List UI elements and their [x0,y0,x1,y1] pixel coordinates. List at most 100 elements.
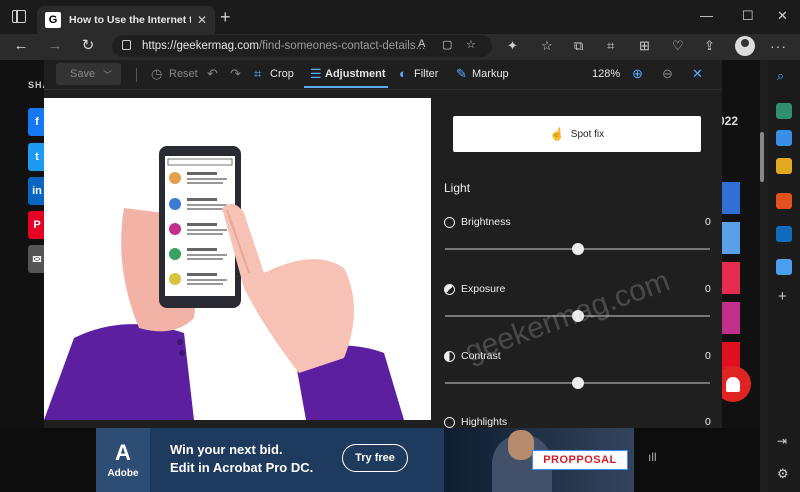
highlights-text: Highlights [461,416,508,428]
settings-gear-icon[interactable]: ⚙ [777,466,789,482]
close-window-button[interactable]: ✕ [777,8,788,24]
shopping-icon[interactable] [776,103,792,119]
minimize-button[interactable]: — [700,8,713,23]
tools-icon[interactable] [776,130,792,146]
app-available-icon[interactable]: ▢ [442,38,452,51]
search-icon[interactable]: ⌕ [777,68,784,84]
close-tab-icon[interactable]: ✕ [197,13,207,27]
redo-icon[interactable]: ↷ [230,66,241,82]
zoom-level: 128% [592,68,621,80]
save-button[interactable]: Save ﹀ [56,63,121,85]
reset-button[interactable]: Reset [169,68,198,80]
try-free-button[interactable]: Try free [342,444,408,472]
spot-fix-button[interactable]: ☝ Spot fix [453,116,701,152]
edge-sidebar: ⌕ + ⇥ ⚙ [768,60,800,492]
spot-fix-label: Spot fix [570,128,605,140]
zoom-out-icon[interactable]: ⊖ [662,66,673,82]
undo-icon[interactable]: ↶ [207,66,218,82]
contrast-value: 0 [705,350,711,362]
hand-pointer-icon: ☝ [549,127,565,141]
sun-icon [444,216,455,228]
games-icon[interactable] [776,158,792,174]
url-path: /find-someones-contact-details... [258,40,426,52]
highlights-value: 0 [705,416,711,428]
adjustment-panel: ☝ Spot fix Light Brightness 0 Exposure 0 … [432,90,722,428]
exposure-text: Exposure [461,283,506,295]
markup-pen-icon: ✎ [456,66,467,81]
close-editor-icon[interactable]: ✕ [692,66,703,82]
adobe-logo-icon: A [115,439,131,465]
share-icon[interactable]: ⇪ [704,39,715,53]
add-sidebar-app-icon[interactable]: + [778,288,787,305]
new-tab-button[interactable]: + [220,8,231,26]
adjustment-icon: ☰ [310,66,322,81]
browser-window: G How to Use the Internet to Find ✕ + — … [0,0,800,492]
tab-actions-icon[interactable] [12,10,26,23]
crop-icon: ⌗ [254,66,262,81]
exposure-label: Exposure [444,283,505,295]
crop-tab[interactable]: Crop [270,68,294,80]
bell-icon [726,376,740,392]
ad-info-icon[interactable]: ıll [648,450,657,464]
collections-icon[interactable]: ⧉ [574,39,583,53]
image-canvas[interactable] [44,98,431,420]
read-aloud-icon[interactable]: A [418,38,425,50]
adobe-brand: Adobe [107,467,139,479]
more-menu-icon[interactable]: ··· [770,38,787,54]
site-favicon: G [45,12,61,28]
exposure-value: 0 [705,283,711,295]
maximize-button[interactable]: ☐ [742,8,754,24]
hide-sidebar-icon[interactable]: ⇥ [777,434,787,448]
extensions-icon[interactable]: ✦ [507,39,518,53]
brightness-label: Brightness [444,216,511,228]
tab-title: How to Use the Internet to Find [69,14,191,26]
address-bar[interactable]: https://geekermag.com/find-someones-cont… [112,35,492,57]
brightness-slider[interactable] [445,243,710,255]
brightness-value: 0 [705,216,711,228]
page-color-block [722,302,740,334]
chevron-down-icon: ﹀ [103,69,113,80]
back-button[interactable]: ← [12,37,30,55]
outlook-icon[interactable] [776,226,792,242]
light-section-heading: Light [444,181,471,195]
browser-tab[interactable]: G How to Use the Internet to Find ✕ [37,6,215,34]
browser-essentials-icon[interactable]: ♡ [672,39,684,53]
save-label: Save [70,68,96,80]
lock-icon[interactable] [122,40,131,50]
adobe-advertisement[interactable]: A Adobe Win your next bid. Edit in Acroba… [96,428,634,492]
page-color-block [722,262,740,294]
image-editor: Save ﹀ ◷ Reset ↶ ↷ ⌗ Crop ☰ Adjustment ◐ … [44,60,722,428]
url-domain: https://geekermag.com [142,40,259,52]
office-icon[interactable] [776,193,792,209]
page-color-block [722,182,740,214]
page-scrollbar[interactable] [760,132,764,182]
favorites-icon[interactable]: ☆ [541,39,553,53]
proposal-label: PROPPOSAL [532,450,628,470]
favorite-star-icon[interactable]: ☆ [466,38,476,51]
contrast-slider[interactable] [445,377,710,389]
history-icon: ◷ [151,66,163,81]
forward-button[interactable]: → [46,37,64,55]
telegram-icon[interactable] [776,259,792,275]
tab-bar: G How to Use the Internet to Find ✕ + — … [0,0,800,34]
page-color-block [722,222,740,254]
profile-avatar[interactable] [735,36,755,56]
highlights-icon [444,416,455,428]
slider-knob[interactable] [571,377,584,389]
refresh-button[interactable]: ↻ [79,37,97,55]
ad-headline-1: Win your next bid. [170,442,283,457]
filter-tab[interactable]: Filter [414,68,438,80]
contrast-icon [444,350,455,362]
workspaces-icon[interactable]: ⊞ [639,39,650,53]
slider-knob[interactable] [571,243,584,255]
page-footer-right: ıll [634,428,760,492]
highlights-label: Highlights [444,416,507,428]
active-tab-indicator [304,86,388,88]
adjustment-tab[interactable]: Adjustment [325,68,386,80]
ad-headline-2: Edit in Acrobat Pro DC. [170,460,314,475]
zoom-in-icon[interactable]: ⊕ [632,66,643,82]
screenshot-icon[interactable]: ⌗ [607,39,614,53]
markup-tab[interactable]: Markup [472,68,509,80]
ad-person-face [508,430,534,460]
editor-toolbar: Save ﹀ ◷ Reset ↶ ↷ ⌗ Crop ☰ Adjustment ◐ … [44,60,722,90]
